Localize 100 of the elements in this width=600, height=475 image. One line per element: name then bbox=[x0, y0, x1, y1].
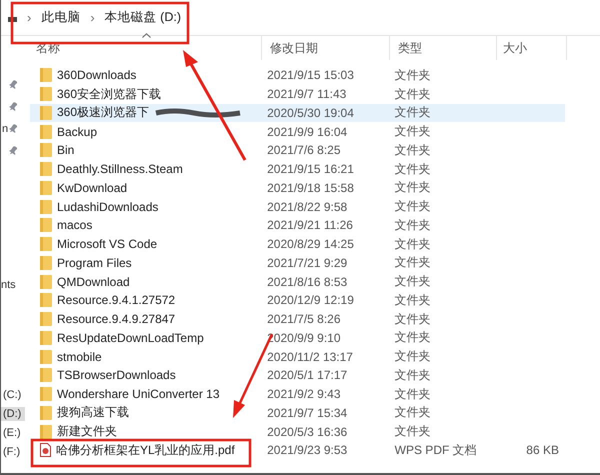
folder-icon bbox=[40, 87, 52, 102]
file-row[interactable]: Microsoft VS Code 2020/8/29 14:25 文件夹 bbox=[30, 234, 565, 254]
file-row[interactable]: Program Files 2021/7/21 9:29 文件夹 bbox=[30, 254, 565, 272]
modified-date: 2021/9/23 9:53 bbox=[267, 443, 348, 458]
folder-icon bbox=[40, 237, 52, 252]
file-type: 文件夹 bbox=[394, 386, 431, 403]
folder-icon bbox=[40, 368, 52, 382]
folder-icon bbox=[40, 256, 52, 270]
folder-icon bbox=[40, 106, 52, 120]
modified-date: 2021/9/21 11:26 bbox=[267, 218, 353, 232]
file-row[interactable]: TSBrowserDownloads 2020/5/1 17:17 文件夹 bbox=[30, 366, 565, 385]
file-name: QMDownload bbox=[57, 274, 130, 289]
file-type: 文件夹 bbox=[394, 198, 431, 216]
drive-item[interactable]: (D:) bbox=[1, 407, 25, 421]
column-header[interactable]: 类型 bbox=[390, 36, 497, 60]
modified-date: 2021/9/18 15:58 bbox=[267, 180, 354, 195]
modified-date: 2021/9/15 16:21 bbox=[267, 162, 354, 176]
file-type: 文件夹 bbox=[394, 216, 431, 234]
file-name: 360极速浏览器下 bbox=[57, 104, 150, 122]
sidebar-item[interactable]: nts bbox=[1, 279, 28, 291]
modified-date: 2020/8/29 14:25 bbox=[267, 237, 354, 252]
folder-icon bbox=[40, 406, 52, 420]
file-type: 文件夹 bbox=[394, 348, 431, 366]
file-name: 360安全浏览器下载 bbox=[57, 86, 162, 103]
file-row[interactable]: 搜狗高速下载 2021/9/7 15:34 文件夹 bbox=[30, 404, 565, 422]
folder-icon bbox=[40, 350, 52, 364]
modified-date: 2020/5/1 17:17 bbox=[267, 368, 348, 382]
file-name: Resource.9.4.9.27847 bbox=[57, 312, 176, 326]
modified-date: 2020/5/30 19:04 bbox=[267, 106, 354, 120]
file-type: 文件夹 bbox=[394, 66, 431, 84]
file-name: ResUpdateDownLoadTemp bbox=[57, 330, 204, 345]
sidebar-item[interactable]: n bbox=[1, 122, 8, 134]
file-row[interactable]: Backup 2021/9/9 16:04 文件夹 bbox=[30, 122, 565, 141]
pdf-file-icon bbox=[40, 443, 51, 458]
file-name: TSBrowserDownloads bbox=[57, 368, 176, 382]
folder-icon bbox=[40, 143, 52, 158]
file-type: 文件夹 bbox=[394, 292, 431, 309]
file-name: 哈佛分析框架在YL乳业的应用.pdf bbox=[56, 442, 235, 459]
file-name: Bin bbox=[57, 143, 74, 158]
column-header[interactable]: 大小 bbox=[497, 36, 567, 60]
file-name: LudashiDownloads bbox=[57, 200, 158, 214]
breadcrumb-item[interactable]: 本地磁盘 (D:) bbox=[104, 9, 181, 26]
drive-item[interactable]: (E:) bbox=[1, 426, 25, 440]
file-name: KwDownload bbox=[57, 180, 128, 195]
file-type: 文件夹 bbox=[394, 423, 431, 440]
modified-date: 2021/9/9 16:04 bbox=[267, 124, 348, 139]
file-type: 文件夹 bbox=[394, 329, 431, 346]
column-header[interactable]: 修改日期 bbox=[262, 36, 390, 60]
file-row[interactable]: LudashiDownloads 2021/8/22 9:58 文件夹 bbox=[30, 197, 565, 216]
file-type: 文件夹 bbox=[394, 404, 431, 422]
file-row[interactable]: 360Downloads 2021/9/15 15:03 文件夹 bbox=[30, 66, 565, 85]
file-type: 文件夹 bbox=[394, 366, 431, 384]
file-row[interactable]: macos 2021/9/21 11:26 文件夹 bbox=[30, 216, 565, 235]
file-type: 文件夹 bbox=[394, 273, 431, 290]
file-row[interactable]: Wondershare UniConverter 13 2021/9/2 9:43 文件夹 bbox=[30, 384, 565, 404]
file-row[interactable]: 新建文件夹 2020/5/3 16:36 文件夹 bbox=[30, 422, 565, 441]
file-type: 文件夹 bbox=[394, 236, 431, 253]
modified-date: 2021/9/7 11:43 bbox=[267, 87, 346, 102]
file-row[interactable]: Bin 2021/7/6 8:25 文件夹 bbox=[30, 141, 565, 160]
file-type: 文件夹 bbox=[394, 142, 431, 159]
modified-date: 2021/8/22 9:58 bbox=[267, 200, 348, 214]
folder-icon bbox=[40, 124, 52, 139]
file-size: 86 KB bbox=[526, 443, 559, 458]
file-type: WPS PDF 文档 bbox=[394, 442, 477, 459]
modified-date: 2021/9/15 15:03 bbox=[267, 68, 354, 82]
file-type: 文件夹 bbox=[394, 160, 431, 178]
folder-icon bbox=[40, 387, 52, 402]
file-name: 新建文件夹 bbox=[57, 423, 117, 440]
modified-date: 2020/12/9 12:19 bbox=[267, 293, 354, 308]
file-row[interactable]: 哈佛分析框架在YL乳业的应用.pdf 2021/9/23 9:53 WPS PDF 文档 86 KB bbox=[30, 441, 565, 460]
modified-date: 2021/8/16 8:53 bbox=[267, 274, 348, 289]
folder-icon bbox=[40, 424, 52, 439]
selected-row[interactable]: 360极速浏览器下 2020/5/30 19:04 文件夹 bbox=[30, 104, 565, 122]
file-row[interactable]: KwDownload 2021/9/18 15:58 文件夹 bbox=[30, 178, 565, 198]
drive-item[interactable]: (C:) bbox=[1, 388, 25, 402]
file-name: macos bbox=[57, 218, 92, 232]
folder-icon bbox=[40, 200, 52, 214]
modified-date: 2021/7/5 8:26 bbox=[267, 312, 341, 326]
file-name: Resource.9.4.1.27572 bbox=[57, 293, 176, 308]
drive-item[interactable]: (F:) bbox=[1, 445, 25, 459]
file-name: 360Downloads bbox=[57, 68, 136, 82]
file-type: 文件夹 bbox=[394, 179, 431, 196]
breadcrumb-item[interactable]: 此电脑 bbox=[41, 9, 80, 26]
folder-icon bbox=[40, 312, 52, 326]
breadcrumb-separator: › bbox=[90, 10, 95, 25]
file-row[interactable]: Resource.9.4.9.27847 2021/7/5 8:26 文件夹 bbox=[30, 310, 565, 328]
file-row[interactable]: QMDownload 2021/8/16 8:53 文件夹 bbox=[30, 272, 565, 291]
file-row[interactable]: Deathly.Stillness.Steam 2021/9/15 16:21 文件夹 bbox=[30, 160, 565, 178]
file-row[interactable]: stmobile 2020/11/2 13:17 文件夹 bbox=[30, 347, 565, 366]
file-name: Wondershare UniConverter 13 bbox=[57, 387, 220, 402]
file-row[interactable]: Resource.9.4.1.27572 2020/12/9 12:19 文件夹 bbox=[30, 291, 565, 310]
file-name: Program Files bbox=[57, 256, 132, 270]
file-row[interactable]: 360安全浏览器下载 2021/9/7 11:43 文件夹 bbox=[30, 84, 565, 104]
folder-icon bbox=[40, 218, 52, 232]
folder-icon bbox=[40, 162, 52, 176]
file-type: 文件夹 bbox=[394, 104, 431, 122]
file-type: 文件夹 bbox=[394, 86, 431, 103]
file-type: 文件夹 bbox=[394, 123, 431, 140]
file-name: Deathly.Stillness.Steam bbox=[57, 162, 183, 176]
folder-icon bbox=[40, 180, 52, 195]
